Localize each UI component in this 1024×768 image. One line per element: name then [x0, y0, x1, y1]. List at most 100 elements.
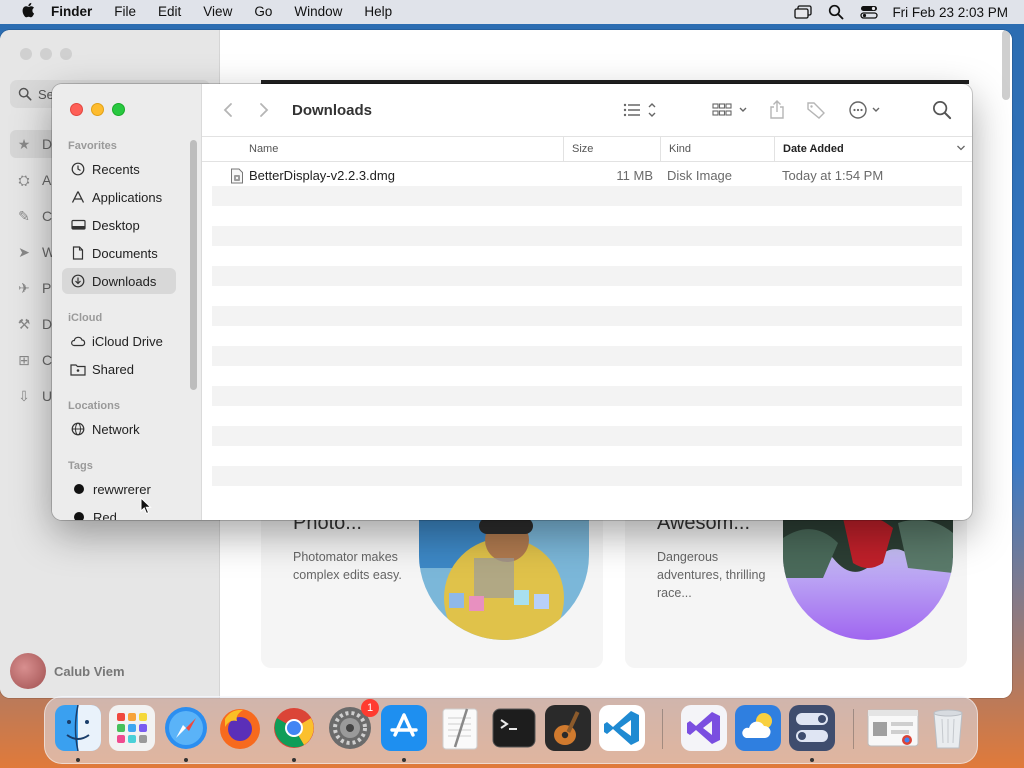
- sidebar-item-downloads[interactable]: Downloads: [62, 268, 176, 294]
- dock-textedit-icon[interactable]: [437, 705, 483, 751]
- menu-file[interactable]: File: [103, 0, 147, 24]
- running-indicator: [184, 758, 188, 762]
- close-button[interactable]: [70, 103, 83, 116]
- dock-app-store-icon[interactable]: [381, 705, 427, 751]
- file-kind: Disk Image: [667, 168, 733, 183]
- dock-safari-icon[interactable]: [163, 705, 209, 751]
- star-icon: ★: [17, 135, 31, 152]
- table-row[interactable]: BetterDisplay-v2.2.3.dmg 11 MB Disk Imag…: [212, 166, 962, 186]
- sidebar-item-documents[interactable]: Documents: [62, 240, 176, 266]
- empty-row: [212, 386, 962, 406]
- chevron-right-icon: [260, 103, 269, 117]
- column-header-kind[interactable]: Kind: [660, 137, 774, 161]
- status-area: Fri Feb 23 2:03 PM: [778, 4, 1024, 20]
- menu-view[interactable]: View: [192, 0, 243, 24]
- mouse-cursor-icon: [140, 496, 152, 520]
- sidebar-section-icloud: iCloud: [68, 312, 103, 324]
- running-indicator: [292, 758, 296, 762]
- sidebar-tag-red[interactable]: Red: [62, 504, 176, 520]
- dock-visual-studio-icon[interactable]: [681, 705, 727, 751]
- background-scrollbar[interactable]: [1002, 30, 1010, 100]
- screen-mirroring-icon[interactable]: [794, 5, 813, 19]
- document-icon: [70, 245, 86, 261]
- background-window-controls: [20, 48, 72, 60]
- group-by-button[interactable]: [712, 96, 750, 124]
- sidebar-item-label: Shared: [92, 361, 134, 377]
- menu-clock[interactable]: Fri Feb 23 2:03 PM: [892, 5, 1008, 20]
- dock-firefox-icon[interactable]: [217, 705, 263, 751]
- sidebar-scrollbar[interactable]: [190, 140, 197, 390]
- sidebar-item-desktop[interactable]: Desktop: [62, 212, 176, 238]
- empty-row: [212, 426, 962, 446]
- sidebar-item-label: rewwrerer: [93, 481, 151, 497]
- dock-weather-icon[interactable]: [735, 705, 781, 751]
- clock-icon: [70, 161, 86, 177]
- apple-menu-icon[interactable]: [16, 2, 40, 23]
- dock-finder-icon[interactable]: [55, 705, 101, 751]
- sidebar-item-label: Red: [93, 509, 117, 521]
- back-button[interactable]: [214, 96, 242, 124]
- share-button[interactable]: [768, 96, 786, 124]
- sidebar-item-applications[interactable]: Applications: [62, 184, 176, 210]
- sidebar-item-label: Network: [92, 421, 140, 437]
- background-card-photomator[interactable]: Photo... Photomator makes complex edits …: [261, 508, 603, 668]
- arcade-icon: ⛭: [18, 171, 30, 188]
- empty-row: [212, 306, 962, 326]
- menu-edit[interactable]: Edit: [147, 0, 192, 24]
- sidebar-item-label: Desktop: [92, 217, 140, 233]
- more-actions-button[interactable]: [848, 96, 886, 124]
- dock-control-center-icon[interactable]: [789, 705, 835, 751]
- rocket-icon: ✈: [18, 279, 30, 296]
- menu-app-finder[interactable]: Finder: [40, 0, 103, 24]
- dock-chrome-icon[interactable]: [271, 705, 317, 751]
- column-header-name[interactable]: Name: [241, 137, 563, 161]
- empty-row: [212, 446, 962, 466]
- column-header-date-added[interactable]: Date Added: [774, 137, 972, 161]
- zoom-button[interactable]: [112, 103, 125, 116]
- running-indicator: [810, 758, 814, 762]
- finder-sidebar: Favorites Recents Applications Desktop D…: [52, 84, 202, 520]
- sidebar-item-network[interactable]: Network: [62, 416, 176, 442]
- search-button[interactable]: [932, 96, 952, 124]
- tag-color-dot: [74, 484, 84, 494]
- menu-window[interactable]: Window: [283, 0, 353, 24]
- spotlight-search-icon[interactable]: [828, 4, 844, 20]
- menu-help[interactable]: Help: [353, 0, 403, 24]
- tag-button[interactable]: [806, 96, 826, 124]
- empty-row: [212, 286, 962, 306]
- menu-go[interactable]: Go: [243, 0, 283, 24]
- sidebar-item-shared[interactable]: Shared: [62, 356, 176, 382]
- file-size: 11 MB: [616, 168, 653, 183]
- search-icon: [18, 87, 32, 101]
- column-header-size[interactable]: Size: [563, 137, 660, 161]
- file-name: BetterDisplay-v2.2.3.dmg: [249, 168, 395, 183]
- sidebar-item-icloud-drive[interactable]: iCloud Drive: [62, 328, 176, 354]
- minimize-button[interactable]: [91, 103, 104, 116]
- sort-chevron-down-icon: [957, 145, 965, 151]
- dock-terminal-icon[interactable]: [491, 705, 537, 751]
- desktop-icon: [70, 217, 86, 233]
- dock-garageband-icon[interactable]: [545, 705, 591, 751]
- forward-button[interactable]: [250, 96, 278, 124]
- chevron-left-icon: [223, 103, 232, 117]
- control-center-icon[interactable]: [860, 5, 879, 19]
- empty-row: [212, 226, 962, 246]
- dock-launchpad-icon[interactable]: [109, 705, 155, 751]
- sidebar-item-recents[interactable]: Recents: [62, 156, 176, 182]
- dock-system-settings-icon[interactable]: 1: [327, 699, 379, 751]
- racing-artwork: [783, 508, 953, 640]
- sidebar-item-label: Recents: [92, 161, 140, 177]
- dock-separator: [853, 709, 854, 749]
- dock-trash-icon[interactable]: [925, 705, 971, 751]
- background-user-account[interactable]: Calub Viem: [10, 653, 125, 689]
- dock-recent-window-thumbnail[interactable]: [867, 705, 919, 751]
- file-list: BetterDisplay-v2.2.3.dmg 11 MB Disk Imag…: [212, 166, 962, 506]
- view-mode-list-button[interactable]: [622, 96, 658, 124]
- empty-row: [212, 346, 962, 366]
- grid-view-icon: [712, 103, 747, 116]
- finder-main: Downloads Name Size Kind Date Added Bett…: [202, 84, 972, 520]
- dock-vscode-icon[interactable]: [599, 705, 645, 751]
- notification-badge: 1: [361, 699, 379, 717]
- background-card-awesome[interactable]: Awesom... Dangerous adventures, thrillin…: [625, 508, 967, 668]
- sidebar-tag-rewwrerer[interactable]: rewwrerer: [62, 476, 176, 502]
